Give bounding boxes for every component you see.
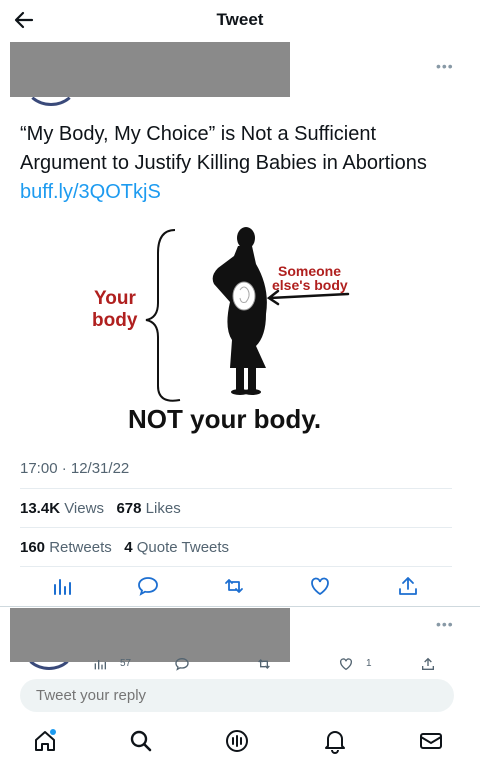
timestamp: 17:00 · 12/31/22 — [20, 460, 130, 477]
search-icon[interactable] — [128, 728, 154, 754]
image-caption: NOT your body. — [128, 404, 321, 434]
more-icon[interactable]: ••• — [436, 58, 454, 74]
quotes-label[interactable]: Quote Tweets — [137, 539, 229, 556]
reply-views-count: 57 — [120, 658, 132, 669]
quotes-count[interactable]: 4 — [124, 539, 132, 556]
analytics-icon[interactable] — [50, 574, 74, 598]
brace-shape — [145, 229, 181, 402]
reply-comment-icon[interactable] — [174, 656, 190, 672]
views-label: Views — [64, 500, 104, 517]
spaces-icon[interactable] — [224, 728, 250, 754]
retweets-label[interactable]: Retweets — [49, 539, 112, 556]
redacted-reply — [10, 608, 290, 662]
divider — [20, 527, 452, 528]
comment-icon[interactable] — [136, 574, 160, 598]
fetus-shape — [232, 281, 256, 311]
tweet-body: “My Body, My Choice” is Not a Sufficient… — [20, 123, 427, 174]
messages-icon[interactable] — [418, 728, 444, 754]
redacted-author — [10, 42, 290, 97]
page-title: Tweet — [216, 10, 264, 29]
home-icon[interactable] — [32, 728, 58, 754]
stats-views-likes: 13.4K Views 678 Likes — [20, 500, 181, 517]
label-else: else's body — [272, 277, 348, 293]
reply-heart-icon[interactable] — [338, 656, 354, 672]
label-body: body — [92, 310, 138, 331]
tweet-actions — [0, 574, 480, 602]
reply-likes-count: 1 — [366, 658, 372, 669]
bottom-nav — [0, 716, 480, 766]
top-bar: Tweet — [0, 0, 480, 40]
retweet-icon[interactable] — [222, 574, 246, 598]
tweet-image[interactable]: Your body Someone else's body NOT your b… — [80, 218, 400, 450]
reply-analytics-icon[interactable] — [92, 656, 108, 672]
pregnant-silhouette — [212, 227, 267, 395]
reply-more-icon[interactable]: ••• — [436, 616, 454, 632]
tweet-text: “My Body, My Choice” is Not a Sufficient… — [20, 120, 440, 207]
reply-retweet-icon[interactable] — [256, 656, 272, 672]
divider — [20, 566, 452, 567]
reply-input[interactable] — [34, 686, 418, 705]
likes-count[interactable]: 678 — [116, 500, 141, 517]
share-icon[interactable] — [396, 574, 420, 598]
reply-share-icon[interactable] — [420, 656, 436, 672]
heart-icon[interactable] — [308, 574, 332, 598]
divider — [20, 488, 452, 489]
stats-retweets-quotes: 160 Retweets 4 Quote Tweets — [20, 539, 229, 556]
likes-label[interactable]: Likes — [146, 500, 181, 517]
views-count: 13.4K — [20, 500, 61, 517]
retweets-count[interactable]: 160 — [20, 539, 45, 556]
label-your: Your — [94, 288, 136, 309]
divider — [0, 606, 480, 607]
notifications-icon[interactable] — [322, 728, 348, 754]
tweet-link[interactable]: buff.ly/3QOTkjS — [20, 181, 161, 203]
reply-box[interactable] — [20, 679, 454, 712]
